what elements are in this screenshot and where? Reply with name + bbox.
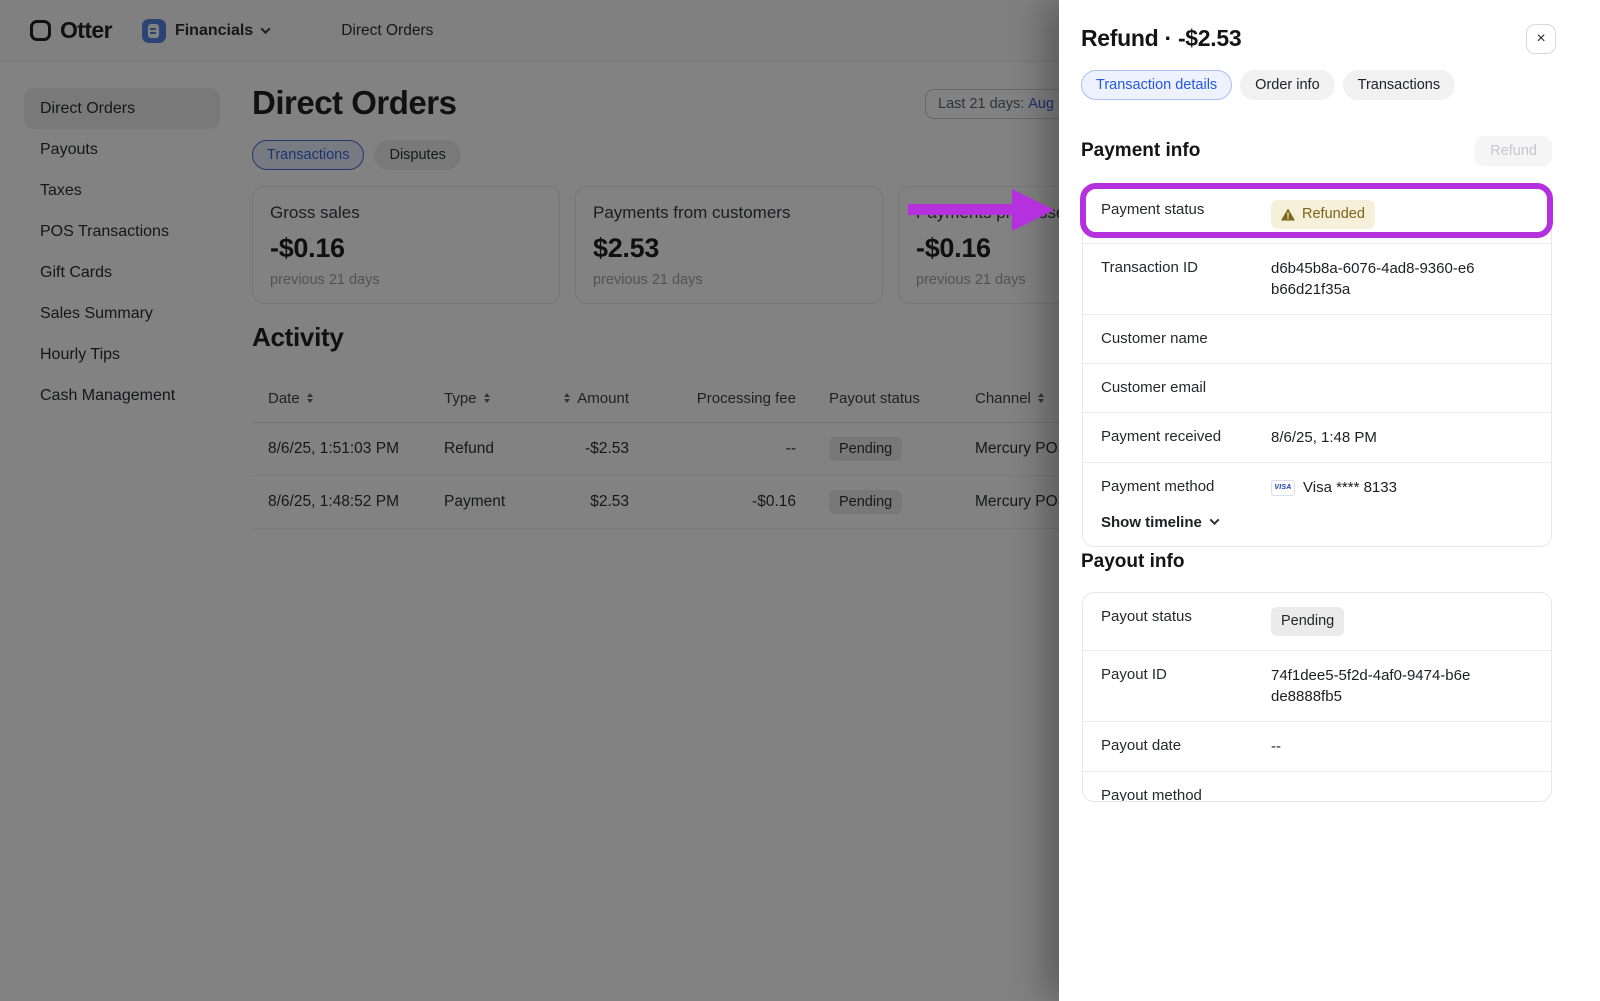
chevron-down-icon: [1209, 515, 1219, 525]
field-label: Payment status: [1101, 200, 1271, 218]
tab-transactions[interactable]: Transactions: [1343, 70, 1455, 100]
field-value: 8/6/25, 1:48 PM: [1271, 427, 1476, 448]
payout-info-card: Payout status Pending Payout ID 74f1dee5…: [1082, 592, 1552, 802]
payout-date-row: Payout date --: [1083, 721, 1551, 771]
tab-transaction-details[interactable]: Transaction details: [1081, 70, 1232, 100]
payment-info-card: Payment status Refunded Transaction ID d…: [1082, 185, 1552, 547]
refund-button[interactable]: Refund: [1475, 136, 1552, 166]
annotation-arrow-shaft: [908, 204, 1016, 215]
payment-info-heading: Payment info: [1081, 140, 1200, 162]
field-value: VISA Visa **** 8133: [1271, 477, 1476, 498]
tab-order-info[interactable]: Order info: [1240, 70, 1334, 100]
close-button[interactable]: ×: [1526, 24, 1556, 54]
payout-method-row: Payout method: [1083, 771, 1551, 802]
field-label: Payout date: [1101, 736, 1271, 754]
field-value: Pending: [1271, 607, 1476, 636]
transaction-id-row: Transaction ID d6b45b8a-6076-4ad8-9360-e…: [1083, 243, 1551, 314]
field-label: Payout method: [1101, 786, 1271, 802]
field-label: Payout status: [1101, 607, 1271, 625]
payout-id-row: Payout ID 74f1dee5-5f2d-4af0-9474-b6ede8…: [1083, 650, 1551, 721]
field-label: Payment method: [1101, 477, 1271, 495]
field-label: Transaction ID: [1101, 258, 1271, 276]
payment-method-row: Payment method VISA Visa **** 8133 Show …: [1083, 462, 1551, 546]
drawer-title: Refund · -$2.53: [1081, 25, 1241, 52]
show-timeline-toggle[interactable]: Show timeline: [1101, 514, 1533, 531]
warning-icon: [1281, 209, 1295, 221]
field-label: Payment received: [1101, 427, 1271, 445]
transaction-drawer: Refund · -$2.53 × Transaction details Or…: [1059, 0, 1600, 1001]
refunded-badge: Refunded: [1271, 200, 1375, 229]
field-value: --: [1271, 736, 1476, 757]
pending-badge: Pending: [1271, 607, 1344, 636]
field-label: Payout ID: [1101, 665, 1271, 683]
payment-status-row: Payment status Refunded: [1083, 186, 1551, 243]
field-value: 74f1dee5-5f2d-4af0-9474-b6ede8888fb5: [1271, 665, 1476, 707]
payout-status-row: Payout status Pending: [1083, 593, 1551, 650]
field-label: Customer name: [1101, 329, 1271, 347]
visa-card-icon: VISA: [1271, 480, 1295, 496]
field-value: d6b45b8a-6076-4ad8-9360-e6b66d21f35a: [1271, 258, 1476, 300]
drawer-tabs: Transaction details Order info Transacti…: [1081, 70, 1455, 100]
field-value: Refunded: [1271, 200, 1476, 229]
app-root: Otter Financials Direct Orders Direct Or…: [0, 0, 1600, 1001]
customer-email-row: Customer email: [1083, 363, 1551, 412]
field-label: Customer email: [1101, 378, 1271, 396]
customer-name-row: Customer name: [1083, 314, 1551, 363]
close-icon: ×: [1536, 30, 1545, 48]
payout-info-heading: Payout info: [1081, 551, 1184, 573]
payment-received-row: Payment received 8/6/25, 1:48 PM: [1083, 412, 1551, 462]
